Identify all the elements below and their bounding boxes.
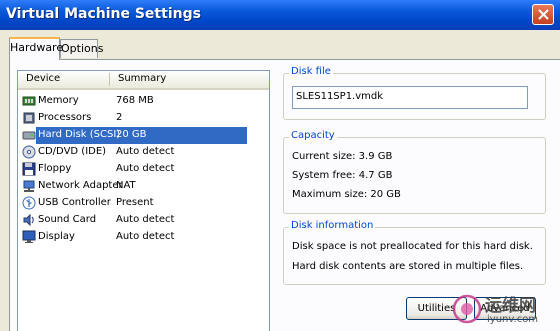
watermark-logo: 运维网 iyunv.com	[452, 285, 560, 331]
device-name: Floppy	[38, 163, 72, 174]
device-name: Network Adapter	[38, 180, 123, 191]
disk-info-line-2: Hard disk contents are stored in multipl…	[292, 261, 524, 272]
device-name: Memory	[38, 95, 79, 106]
window-title: Virtual Machine Settings	[6, 6, 201, 22]
device-summary: Auto detect	[116, 231, 175, 242]
network-adapter-icon	[23, 180, 35, 192]
device-list[interactable]: Device Summary Memory 768 MB Processors …	[17, 70, 270, 331]
tab-hardware[interactable]: Hardware	[9, 37, 63, 60]
device-row-floppy[interactable]: Floppy Auto detect	[18, 161, 269, 178]
device-row-memory[interactable]: Memory 768 MB	[18, 93, 269, 110]
system-free-text: System free: 4.7 GB	[292, 170, 393, 181]
close-button[interactable]	[532, 4, 554, 25]
column-divider[interactable]	[109, 73, 110, 86]
device-summary: 768 MB	[116, 95, 154, 106]
device-summary: Auto detect	[116, 214, 175, 225]
disk-info-line-1: Disk space is not preallocated for this …	[292, 241, 533, 252]
hard-disk-icon	[22, 131, 36, 140]
capacity-group: Capacity Current size: 3.9 GB System fre…	[283, 130, 546, 214]
device-name: Sound Card	[38, 214, 97, 225]
device-summary: 2	[116, 112, 123, 123]
processor-icon	[23, 112, 35, 124]
device-row-sound-card[interactable]: Sound Card Auto detect	[18, 212, 269, 229]
device-summary: Auto detect	[116, 163, 175, 174]
current-size-text: Current size: 3.9 GB	[292, 151, 393, 162]
floppy-icon	[22, 162, 36, 176]
virtual-machine-settings-window: Virtual Machine Settings Hardware Option…	[0, 0, 560, 331]
device-name: Display	[38, 231, 75, 242]
device-summary: Present	[116, 197, 154, 208]
memory-icon	[22, 96, 36, 106]
device-name: USB Controller	[38, 197, 111, 208]
watermark-text: 运维网	[485, 296, 536, 316]
disk-file-field[interactable]: SLES11SP1.vmdk	[292, 86, 528, 109]
device-row-cd-dvd[interactable]: CD/DVD (IDE) Auto detect	[18, 144, 269, 161]
sound-card-icon	[23, 213, 34, 227]
device-row-usb-controller[interactable]: USB Controller Present	[18, 195, 269, 212]
device-summary: Auto detect	[116, 146, 175, 157]
maximum-size-text: Maximum size: 20 GB	[292, 189, 401, 200]
device-name: Hard Disk (SCSI)	[38, 129, 121, 140]
tab-options[interactable]: Options	[60, 39, 103, 58]
usb-icon	[22, 196, 36, 210]
column-header-device[interactable]: Device	[26, 73, 60, 84]
device-list-header: Device Summary	[18, 71, 269, 90]
device-row-hard-disk[interactable]: Hard Disk (SCSI) 20 GB	[18, 127, 269, 144]
device-row-processors[interactable]: Processors 2	[18, 110, 269, 127]
display-icon	[22, 230, 36, 243]
device-name: CD/DVD (IDE)	[38, 146, 107, 157]
disk-file-group: Disk file SLES11SP1.vmdk	[283, 66, 546, 120]
capacity-legend: Capacity	[289, 130, 337, 141]
close-icon	[538, 9, 549, 20]
device-name: Processors	[38, 112, 92, 123]
disk-file-legend: Disk file	[289, 66, 333, 77]
device-summary: NAT	[116, 180, 136, 191]
device-summary: 20 GB	[116, 129, 147, 140]
disk-information-group: Disk information Disk space is not preal…	[283, 220, 546, 285]
disk-information-legend: Disk information	[289, 220, 376, 231]
device-row-display[interactable]: Display Auto detect	[18, 229, 269, 246]
column-header-summary[interactable]: Summary	[118, 73, 166, 84]
title-bar[interactable]: Virtual Machine Settings	[0, 0, 560, 30]
device-row-network-adapter[interactable]: Network Adapter NAT	[18, 178, 269, 195]
watermark-subtext: iyunv.com	[487, 314, 539, 325]
cd-dvd-icon	[22, 145, 36, 159]
